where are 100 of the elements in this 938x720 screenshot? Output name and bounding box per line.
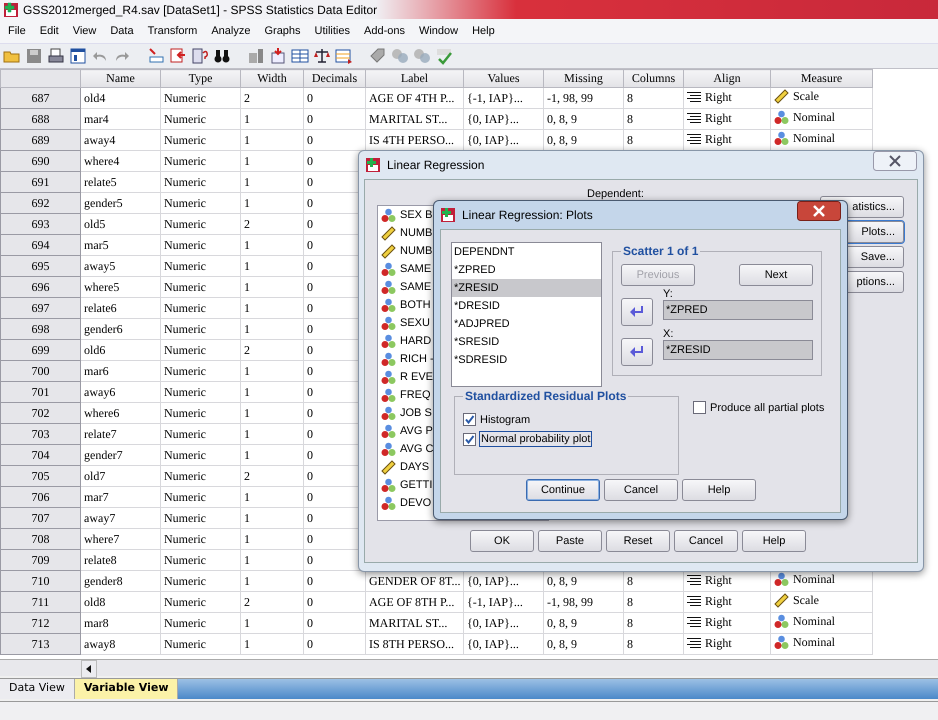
dialog-button[interactable]: Cancel (674, 530, 738, 552)
variable-name[interactable]: AVG P (400, 425, 433, 437)
column-header[interactable]: Width (240, 70, 304, 88)
tag-icon[interactable] (369, 47, 387, 65)
menu-item[interactable]: Analyze (205, 23, 256, 39)
menu-item[interactable]: Edit (34, 23, 65, 39)
column-header[interactable]: Missing (544, 70, 624, 88)
printer-icon[interactable] (47, 47, 65, 65)
list-item[interactable]: *DRESID (452, 297, 601, 315)
variable-name[interactable]: SEXU (400, 317, 430, 329)
row-header[interactable]: 712 (0, 612, 80, 634)
goto-case-icon[interactable] (147, 47, 165, 65)
grid-window-icon[interactable] (69, 47, 87, 65)
variable-name[interactable]: NUMB (400, 245, 432, 257)
view-tab[interactable]: Data View (0, 679, 75, 699)
binoculars-icon[interactable] (213, 47, 231, 65)
scale-icon[interactable] (313, 47, 331, 65)
row-header[interactable]: 691 (0, 172, 80, 192)
move-arrow-button[interactable] (621, 338, 653, 366)
column-header[interactable]: Measure (770, 70, 872, 88)
spellcheck-icon[interactable] (435, 47, 453, 65)
list-item[interactable]: *SRESID (452, 333, 601, 351)
row-header[interactable]: 710 (0, 570, 80, 592)
variable-name[interactable]: FREQ (400, 389, 431, 401)
row-header[interactable]: 711 (0, 592, 80, 612)
row-header[interactable]: 706 (0, 486, 80, 508)
row-header[interactable]: 697 (0, 298, 80, 318)
dialog-button[interactable]: Help (742, 530, 806, 552)
dialog-button[interactable]: OK (470, 530, 534, 552)
list-item[interactable]: *ZRESID (452, 279, 601, 297)
row-header[interactable]: 698 (0, 318, 80, 340)
variable-name[interactable]: JOB S (400, 407, 432, 419)
select-icon[interactable] (335, 47, 353, 65)
column-header[interactable]: Align (684, 70, 770, 88)
dialog-button[interactable]: Cancel (604, 479, 678, 501)
column-header[interactable]: Values (464, 70, 544, 88)
menu-item[interactable]: Help (466, 23, 501, 39)
menu-item[interactable]: File (2, 23, 32, 39)
split-icon[interactable] (291, 47, 309, 65)
variable-name[interactable]: SAME (400, 263, 432, 275)
row-header[interactable]: 708 (0, 528, 80, 550)
column-header[interactable]: Columns (624, 70, 684, 88)
view-tab[interactable]: Variable View (74, 679, 178, 699)
list-item[interactable]: *SDRESID (452, 351, 601, 369)
row-header[interactable]: 707 (0, 508, 80, 528)
scroll-left-icon[interactable] (81, 660, 97, 678)
dialog-button[interactable]: Paste (538, 530, 602, 552)
variable-name[interactable]: AVG C (400, 443, 434, 455)
row-header[interactable]: 694 (0, 234, 80, 256)
menu-item[interactable]: Transform (142, 23, 204, 39)
column-header[interactable]: Decimals (304, 70, 366, 88)
variable-name[interactable]: SEX B (400, 209, 432, 221)
row-header[interactable]: 687 (0, 88, 80, 108)
variables-icon[interactable] (191, 47, 209, 65)
variable-name[interactable]: GETTI (400, 479, 432, 491)
checkbox-label[interactable]: Histogram (480, 414, 530, 426)
row-header[interactable]: 702 (0, 402, 80, 424)
list-item[interactable]: *ADJPRED (452, 315, 601, 333)
dialog-button[interactable]: Help (682, 479, 756, 501)
checkbox-label[interactable]: Normal probability plot (480, 432, 592, 446)
variable-name[interactable]: DAYS (400, 461, 430, 473)
insert-variable-icon[interactable] (269, 47, 287, 65)
column-header[interactable]: Label (366, 70, 464, 88)
close-icon[interactable] (797, 201, 841, 221)
row-header[interactable]: 696 (0, 276, 80, 298)
dialog-button[interactable]: Continue (526, 479, 600, 501)
row-header[interactable]: 701 (0, 382, 80, 402)
menu-item[interactable]: Utilities (308, 23, 356, 39)
menu-item[interactable]: Graphs (258, 23, 307, 39)
row-header[interactable]: 690 (0, 150, 80, 172)
checkbox[interactable] (463, 432, 476, 446)
row-header[interactable]: 709 (0, 550, 80, 570)
row-header[interactable]: 695 (0, 256, 80, 276)
variable-name[interactable]: DEVO (400, 497, 432, 509)
x-axis-field[interactable]: *ZRESID (663, 340, 813, 360)
checkbox-label[interactable]: Produce all partial plots (710, 402, 824, 414)
goto-variable-icon[interactable] (169, 47, 187, 65)
menu-item[interactable]: Add-ons (358, 23, 411, 39)
column-header[interactable]: Name (80, 70, 160, 88)
variable-name[interactable]: RICH - (400, 353, 434, 365)
menu-item[interactable]: Data (104, 23, 140, 39)
list-item[interactable]: DEPENDNT (452, 243, 601, 261)
checkbox[interactable] (693, 401, 706, 414)
row-header[interactable]: 704 (0, 444, 80, 466)
column-header[interactable]: Type (160, 70, 240, 88)
row-header[interactable]: 688 (0, 108, 80, 130)
dialog-button[interactable]: Reset (606, 530, 670, 552)
menu-item[interactable]: Window (412, 23, 464, 39)
row-header[interactable]: 703 (0, 424, 80, 444)
menu-item[interactable]: View (66, 23, 102, 39)
variable-name[interactable]: HARD (400, 335, 432, 347)
row-header[interactable]: 689 (0, 130, 80, 150)
row-header[interactable]: 700 (0, 360, 80, 382)
row-header[interactable]: 705 (0, 466, 80, 486)
row-header[interactable]: 713 (0, 634, 80, 654)
row-header[interactable]: 699 (0, 340, 80, 360)
y-axis-field[interactable]: *ZPRED (663, 300, 813, 320)
variable-name[interactable]: NUMB (400, 227, 432, 239)
row-header[interactable]: 692 (0, 192, 80, 214)
variable-list[interactable]: DEPENDNT *ZPRED *ZRESID *DRESID *ADJPRED *SRESID *SDRESID (451, 242, 602, 387)
